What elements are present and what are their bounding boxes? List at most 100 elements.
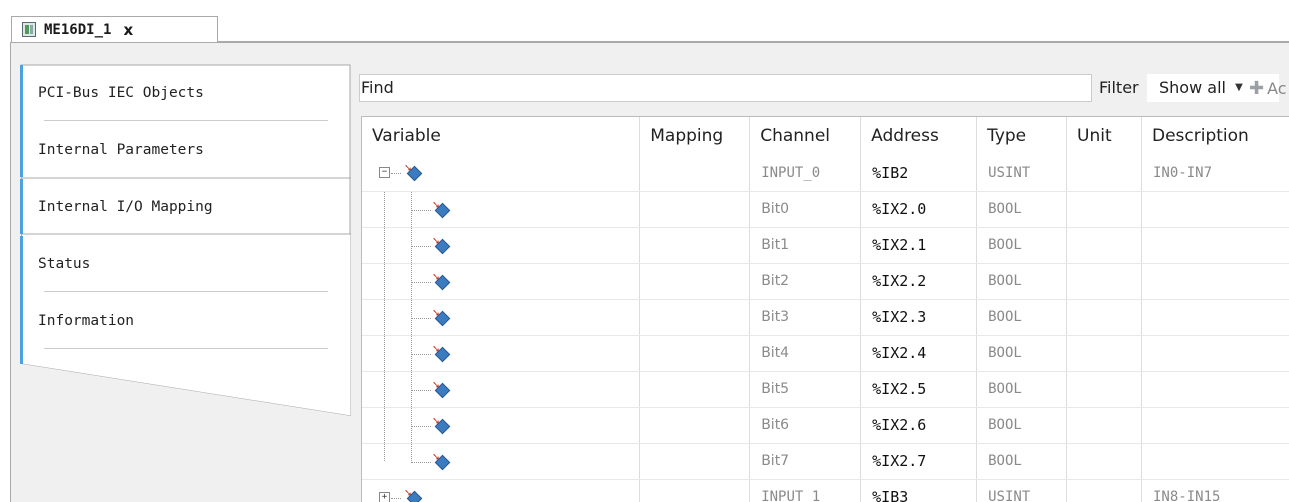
table-row[interactable]: ➘Bit5%IX2.5BOOL	[362, 371, 1289, 407]
type-cell: USINT	[977, 155, 1067, 191]
tab-pci-bus-iec-objects[interactable]: PCI-Bus IEC Objects	[22, 64, 350, 121]
variable-cell[interactable]: ➘	[362, 371, 640, 407]
channel-cell: Bit4	[750, 335, 861, 371]
mapping-cell[interactable]	[640, 155, 750, 191]
mapping-cell[interactable]	[640, 227, 750, 263]
add-button-label: Ac	[1267, 79, 1286, 98]
variable-cell[interactable]: −➘	[362, 155, 640, 191]
type-cell: BOOL	[977, 227, 1067, 263]
variable-cell[interactable]: ➘	[362, 335, 640, 371]
table-row[interactable]: ➘Bit2%IX2.2BOOL	[362, 263, 1289, 299]
mapping-cell[interactable]	[640, 191, 750, 227]
column-header-address[interactable]: Address	[861, 117, 977, 155]
io-input-variable-icon: ➘	[432, 381, 450, 397]
mapping-cell[interactable]	[640, 443, 750, 479]
type-cell: BOOL	[977, 371, 1067, 407]
tree-line	[391, 498, 401, 499]
tree-line	[411, 408, 412, 443]
table-row[interactable]: +➘INPUT_1%IB3USINTIN8-IN15	[362, 479, 1289, 502]
channel-cell: INPUT_1	[750, 479, 861, 502]
variable-cell[interactable]: ➘	[362, 227, 640, 263]
chevron-down-icon[interactable]: ▼	[1229, 76, 1249, 100]
variable-cell[interactable]: ➘	[362, 191, 640, 227]
table-row[interactable]: ➘Bit1%IX2.1BOOL	[362, 227, 1289, 263]
address-cell: %IX2.7	[861, 443, 977, 479]
tab-label: Internal Parameters	[38, 142, 204, 158]
tree-line	[411, 318, 431, 319]
column-header-type[interactable]: Type	[977, 117, 1067, 155]
device-editor-tabs: PCI-Bus IEC Objects Internal Parameters …	[20, 64, 351, 501]
find-label: Find	[361, 78, 394, 97]
channel-cell: Bit1	[750, 227, 861, 263]
table-row[interactable]: ➘Bit0%IX2.0BOOL	[362, 191, 1289, 227]
close-tab-icon[interactable]: x	[123, 21, 133, 39]
tree-line	[411, 390, 431, 391]
column-header-description[interactable]: Description	[1142, 117, 1289, 155]
column-header-variable[interactable]: Variable	[362, 117, 640, 155]
tree-line	[411, 372, 412, 407]
unit-cell	[1067, 443, 1142, 479]
type-cell: BOOL	[977, 191, 1067, 227]
variable-cell[interactable]: ➘	[362, 443, 640, 479]
expand-icon[interactable]: +	[379, 492, 390, 502]
table-row[interactable]: ➘Bit6%IX2.6BOOL	[362, 407, 1289, 443]
channel-cell: Bit2	[750, 263, 861, 299]
mapping-cell[interactable]	[640, 299, 750, 335]
collapse-icon[interactable]: −	[379, 167, 390, 178]
io-input-variable-icon: ➘	[432, 273, 450, 289]
mapping-cell[interactable]	[640, 335, 750, 371]
tree-line	[411, 264, 412, 299]
table-row[interactable]: ➘Bit7%IX2.7BOOL	[362, 443, 1289, 479]
filter-bar: Find Filter Show all ▼ ✚ Ac	[351, 64, 1289, 112]
column-header-channel[interactable]: Channel	[750, 117, 861, 155]
tree-line	[384, 408, 385, 443]
tab-label: PCI-Bus IEC Objects	[38, 85, 204, 101]
address-cell: %IX2.6	[861, 407, 977, 443]
table-row[interactable]: −➘INPUT_0%IB2USINTIN0-IN7	[362, 155, 1289, 191]
tree-line	[384, 264, 385, 299]
io-input-variable-icon: ➘	[404, 164, 422, 180]
table-row[interactable]: ➘ Bit4%IX2.4BOOL	[362, 335, 1289, 371]
unit-cell	[1067, 191, 1142, 227]
address-cell: %IX2.4	[861, 335, 977, 371]
variable-cell[interactable]: +➘	[362, 479, 640, 502]
tab-label: Information	[38, 313, 134, 329]
unit-cell	[1067, 155, 1142, 191]
tree-line	[411, 282, 431, 283]
tab-information[interactable]: Information	[22, 292, 350, 349]
unit-cell	[1067, 479, 1142, 502]
mapping-cell[interactable]	[640, 407, 750, 443]
mapping-cell[interactable]	[640, 263, 750, 299]
tab-internal-io-mapping[interactable]: Internal I/O Mapping	[22, 178, 350, 235]
variable-cell[interactable]: ➘	[362, 299, 640, 335]
io-input-variable-icon: ➘	[432, 417, 450, 433]
mapping-cell[interactable]	[640, 371, 750, 407]
mapping-cell[interactable]	[640, 479, 750, 502]
description-cell	[1142, 227, 1289, 263]
tree-line	[411, 192, 412, 227]
tree-line	[411, 228, 412, 263]
tab-status[interactable]: Status	[22, 235, 350, 292]
plus-icon: ✚	[1249, 78, 1264, 99]
type-cell: USINT	[977, 479, 1067, 502]
tab-internal-parameters[interactable]: Internal Parameters	[22, 121, 350, 178]
table-row[interactable]: ➘Bit3%IX2.3BOOL	[362, 299, 1289, 335]
channel-cell: Bit5	[750, 371, 861, 407]
channel-cell: Bit7	[750, 443, 861, 479]
column-header-unit[interactable]: Unit	[1067, 117, 1142, 155]
variable-cell[interactable]: ➘	[362, 263, 640, 299]
tree-line	[411, 336, 412, 371]
variable-cell[interactable]: ➘	[362, 407, 640, 443]
add-button[interactable]: ✚ Ac	[1249, 74, 1289, 102]
unit-cell	[1067, 299, 1142, 335]
find-input[interactable]	[359, 74, 1092, 102]
document-tab[interactable]: ME16DI_1 x	[11, 16, 218, 42]
unit-cell	[1067, 371, 1142, 407]
column-header-mapping[interactable]: Mapping	[640, 117, 750, 155]
type-cell: BOOL	[977, 335, 1067, 371]
filter-label: Filter	[1093, 74, 1145, 102]
unit-cell	[1067, 263, 1142, 299]
channel-cell: Bit6	[750, 407, 861, 443]
description-cell	[1142, 443, 1289, 479]
io-input-variable-icon: ➘	[404, 489, 422, 502]
